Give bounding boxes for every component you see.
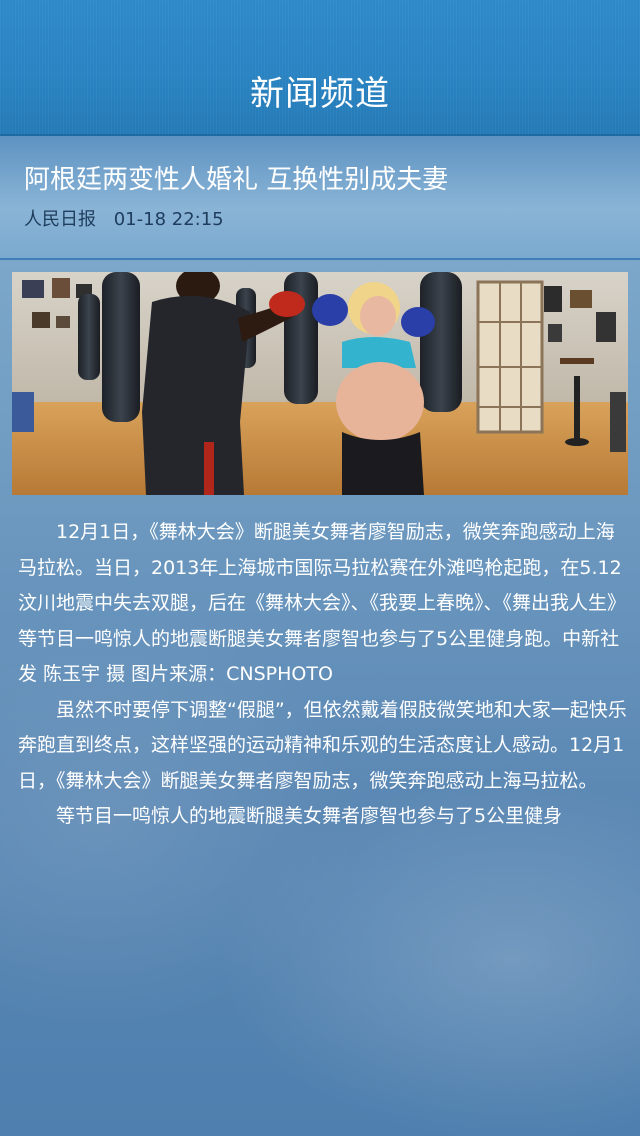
article-paragraph: 虽然不时要停下调整“假腿”，但依然戴着假肢微笑地和大家一起快乐奔跑直到终点，这样… <box>18 698 627 792</box>
article-photo[interactable] <box>12 272 628 495</box>
article-body: 12月1日，《舞林大会》断腿美女舞者廖智励志，微笑奔跑感动上海马拉松。当日，20… <box>18 515 630 835</box>
article-header: 阿根廷两变性人婚礼 互换性别成夫妻 <box>0 136 640 260</box>
article-title: 阿根廷两变性人婚礼 互换性别成夫妻 <box>24 165 449 195</box>
article-datetime: 01-18 22:15 <box>113 209 224 230</box>
article-meta: 人民日报 01-18 22:15 <box>24 206 236 234</box>
article-paragraph: 等节目一鸣惊人的地震断腿美女舞者廖智也参与了5公里健身 <box>56 805 563 827</box>
article-paragraph: 12月1日，《舞林大会》断腿美女舞者廖智励志，微笑奔跑感动上海马拉松。当日，20… <box>18 521 627 685</box>
article-source: 人民日报 <box>24 209 96 230</box>
app-header: 新闻频道 <box>0 0 640 136</box>
photo-icon <box>12 272 628 495</box>
page-title: 新闻频道 <box>250 74 390 114</box>
